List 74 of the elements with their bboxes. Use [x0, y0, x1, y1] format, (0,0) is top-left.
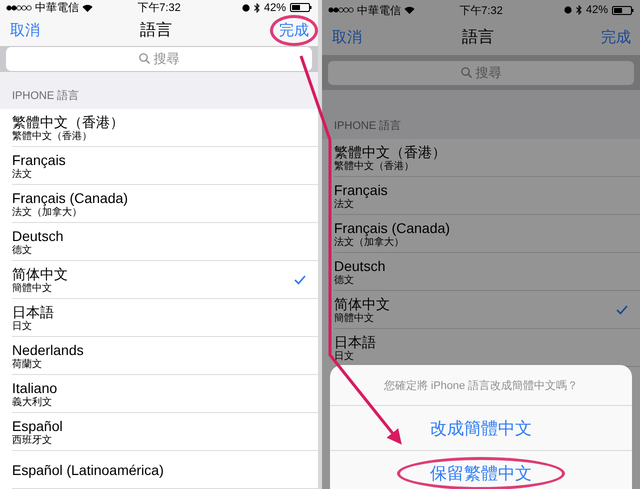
language-native-name: 法文（加拿大）	[334, 236, 405, 248]
language-row[interactable]: Español (Latinoamérica)	[12, 451, 318, 489]
wifi-icon	[404, 6, 415, 14]
language-name: Español (Latinoamérica)	[12, 460, 165, 478]
bluetooth-icon	[254, 2, 260, 12]
sheet-action-button[interactable]: 保留繁體中文	[330, 451, 632, 489]
language-name: 日本語	[334, 332, 377, 350]
signal-icon	[6, 4, 32, 10]
search-placeholder: 搜尋	[154, 50, 180, 68]
language-row[interactable]: 简体中文 簡體中文	[334, 291, 640, 329]
language-native-name: 簡體中文	[334, 312, 375, 324]
alarm-icon	[242, 4, 250, 12]
language-name: Nederlands	[12, 340, 85, 358]
language-row[interactable]: 简体中文 簡體中文	[12, 261, 318, 299]
search-icon	[138, 53, 150, 64]
language-row[interactable]: Español 西班牙文	[12, 413, 318, 451]
language-native-name: 法文	[334, 198, 355, 210]
language-name: 繁體中文（香港）	[334, 142, 447, 160]
language-name: 简体中文	[12, 264, 69, 282]
language-name: Deutsch	[334, 256, 386, 274]
language-name: 日本語	[12, 302, 55, 320]
section-header: IPHONE 語言	[12, 88, 80, 103]
language-native-name: 繁體中文（香港）	[334, 160, 415, 172]
section-header: IPHONE 語言	[334, 118, 402, 133]
signal-icon	[328, 7, 354, 13]
language-row[interactable]: Français 法文	[12, 147, 318, 185]
search-placeholder: 搜尋	[476, 64, 502, 82]
language-native-name: 義大利文	[12, 396, 53, 408]
battery-percent: 42%	[586, 4, 608, 16]
language-native-name: 德文	[12, 244, 33, 256]
battery-percent: 42%	[264, 2, 286, 14]
sheet-message: 您確定將 iPhone 語言改成簡體中文嗎？	[384, 378, 578, 392]
language-row[interactable]: Français (Canada) 法文（加拿大）	[334, 215, 640, 253]
language-name: 简体中文	[334, 294, 391, 312]
clock-time: 下午7:32	[459, 4, 503, 16]
language-row[interactable]: Deutsch 德文	[334, 253, 640, 291]
language-native-name: 荷蘭文	[12, 358, 43, 370]
language-native-name: 法文（加拿大）	[12, 206, 83, 218]
search-icon	[460, 67, 472, 78]
language-native-name: 繁體中文（香港）	[12, 130, 93, 142]
language-native-name: 簡體中文	[12, 282, 53, 294]
language-row[interactable]: 日本語 日文	[12, 299, 318, 337]
language-name: Français	[334, 180, 389, 198]
language-name: Français	[12, 150, 67, 168]
sheet-action-button[interactable]: 改成簡體中文	[330, 406, 632, 451]
bluetooth-icon	[576, 5, 582, 15]
language-name: Español	[12, 416, 64, 434]
language-native-name: 日文	[334, 350, 355, 362]
language-row[interactable]: Français (Canada) 法文（加拿大）	[12, 185, 318, 223]
language-row[interactable]: Italiano 義大利文	[12, 375, 318, 413]
language-name: Deutsch	[12, 226, 64, 244]
language-row[interactable]: 繁體中文（香港） 繁體中文（香港）	[334, 139, 640, 177]
language-native-name: 法文	[12, 168, 33, 180]
language-native-name: 日文	[12, 320, 33, 332]
language-name: Français (Canada)	[334, 218, 451, 236]
carrier-label: 中華電信	[357, 4, 401, 18]
alarm-icon	[564, 6, 572, 14]
language-name: Français (Canada)	[12, 188, 129, 206]
language-row[interactable]: Nederlands 荷蘭文	[12, 337, 318, 375]
battery-icon	[290, 3, 312, 12]
language-native-name: 德文	[334, 274, 355, 286]
cancel-button[interactable]: 取消	[8, 19, 42, 42]
language-name: Italiano	[12, 378, 58, 396]
battery-icon	[612, 6, 634, 14]
nav-title: 語言	[461, 28, 495, 48]
wifi-icon	[82, 4, 93, 12]
clock-time: 下午7:32	[137, 2, 181, 14]
nav-title: 語言	[139, 20, 173, 41]
language-row[interactable]: 繁體中文（香港） 繁體中文（香港）	[12, 109, 318, 147]
language-row[interactable]: Français 法文	[334, 177, 640, 215]
language-name: 繁體中文（香港）	[12, 112, 125, 130]
carrier-label: 中華電信	[35, 1, 79, 15]
language-native-name: 西班牙文	[12, 434, 53, 446]
language-row[interactable]: Deutsch 德文	[12, 223, 318, 261]
